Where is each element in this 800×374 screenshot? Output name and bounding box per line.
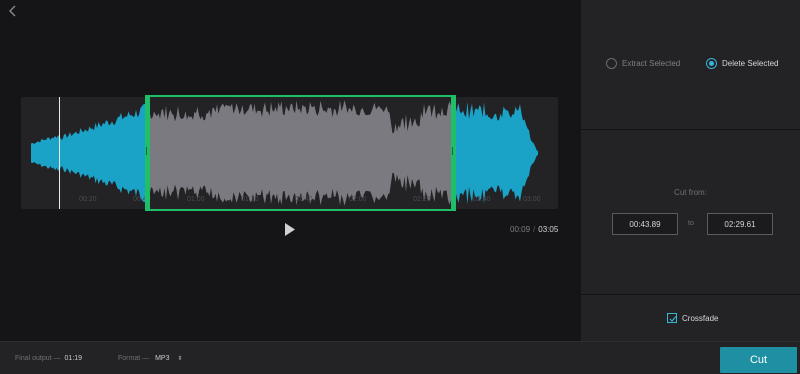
delete-selected-label: Delete Selected (722, 59, 779, 68)
cut-button[interactable]: Cut (720, 347, 797, 373)
cut-range-section: Cut from: 00:43.89 to 02:29.61 (581, 131, 800, 295)
selection-end-handle[interactable] (451, 95, 456, 211)
footer-bar: Final output —01:19 Format — MP3 ⬍ Cut (0, 341, 800, 374)
grip-icon (452, 147, 453, 155)
playhead[interactable] (59, 97, 60, 209)
crossfade-label: Crossfade (682, 313, 719, 323)
mode-section: Extract Selected Delete Selected (581, 0, 800, 130)
grip-icon (146, 147, 147, 155)
tick-label: 00:20 (79, 196, 97, 203)
current-time: 00:09 (510, 225, 531, 234)
extract-selected-label: Extract Selected (622, 59, 681, 68)
to-label: to (688, 220, 694, 227)
checkbox[interactable] (667, 313, 677, 323)
time-separator: / (533, 225, 536, 234)
check-icon (669, 316, 677, 322)
play-button[interactable] (283, 222, 297, 237)
format: Format — MP3 ⬍ (118, 355, 183, 362)
radio-off-icon (606, 58, 617, 69)
delete-selected-radio[interactable]: Delete Selected (706, 58, 778, 69)
cut-from-label: Cut from: (674, 188, 707, 197)
format-value: MP3 (155, 355, 170, 362)
time-display: 00:09/03:05 (510, 225, 558, 234)
options-panel: Extract Selected Delete Selected Cut fro… (581, 0, 800, 341)
waveform-right (454, 101, 538, 205)
start-time-input[interactable]: 00:43.89 (612, 213, 678, 235)
editor-area: 00:20 00:40 01:00 01:20 01:40 02:00 02:2… (0, 0, 581, 341)
selection-start-handle[interactable] (145, 95, 150, 211)
play-icon (285, 223, 295, 236)
tick-label: 03:00 (523, 196, 541, 203)
format-select[interactable]: MP3 ⬍ (151, 355, 182, 362)
final-output-value: 01:19 (64, 355, 83, 362)
chevron-left-icon (9, 5, 16, 17)
crossfade-section: Crossfade (581, 296, 800, 341)
total-time: 03:05 (538, 225, 559, 234)
final-output: Final output —01:19 (15, 355, 82, 362)
end-time-input[interactable]: 02:29.61 (707, 213, 773, 235)
radio-on-icon (706, 58, 717, 69)
final-output-label: Final output — (15, 355, 61, 362)
crossfade-checkbox[interactable]: Crossfade (667, 313, 718, 323)
selection-region[interactable] (147, 95, 455, 211)
tick-label: 02:40 (473, 196, 491, 203)
format-label: Format — (118, 355, 150, 362)
extract-selected-radio[interactable]: Extract Selected (606, 58, 680, 69)
waveform-left (31, 104, 148, 202)
updown-chevron-icon: ⬍ (177, 356, 183, 362)
back-button[interactable] (6, 4, 20, 18)
waveform-track[interactable]: 00:20 00:40 01:00 01:20 01:40 02:00 02:2… (21, 95, 558, 211)
